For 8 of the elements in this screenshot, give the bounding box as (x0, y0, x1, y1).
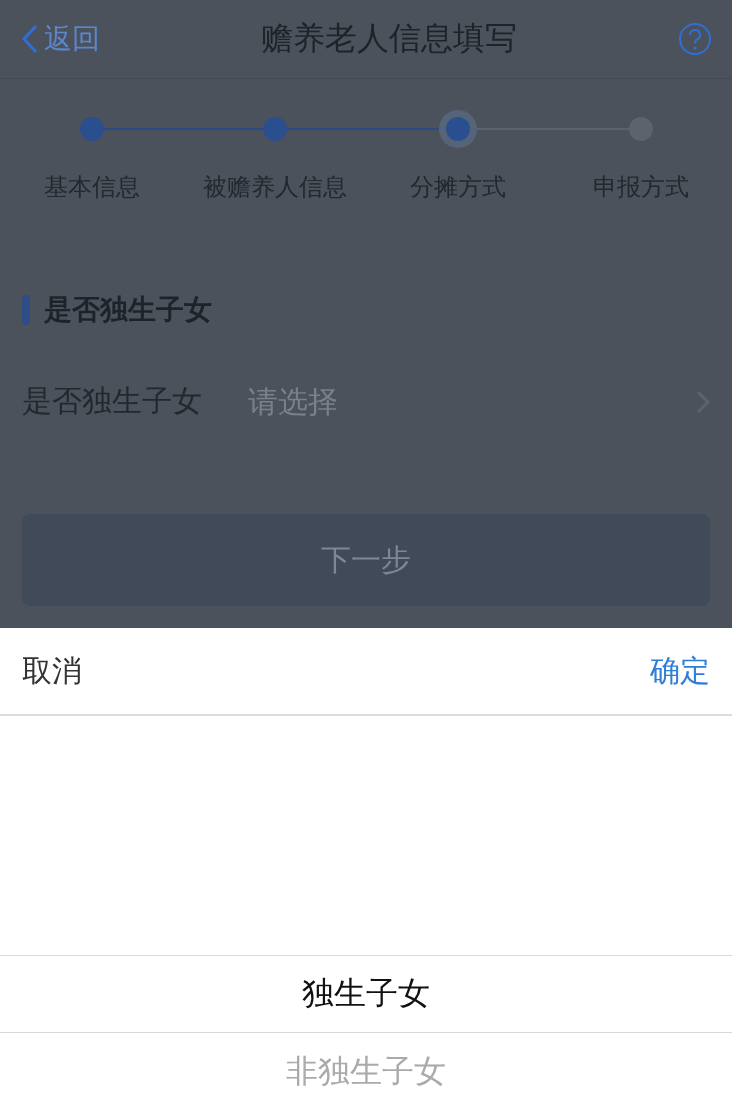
section-marker (22, 295, 30, 325)
back-button[interactable]: 返回 (20, 20, 100, 58)
cancel-button[interactable]: 取消 (22, 650, 82, 692)
picker-option[interactable]: 独生子女 (0, 955, 732, 1033)
confirm-button[interactable]: 确定 (650, 650, 710, 692)
back-chevron-icon (20, 23, 40, 55)
next-button[interactable]: 下一步 (22, 514, 710, 606)
help-icon[interactable] (678, 22, 712, 56)
